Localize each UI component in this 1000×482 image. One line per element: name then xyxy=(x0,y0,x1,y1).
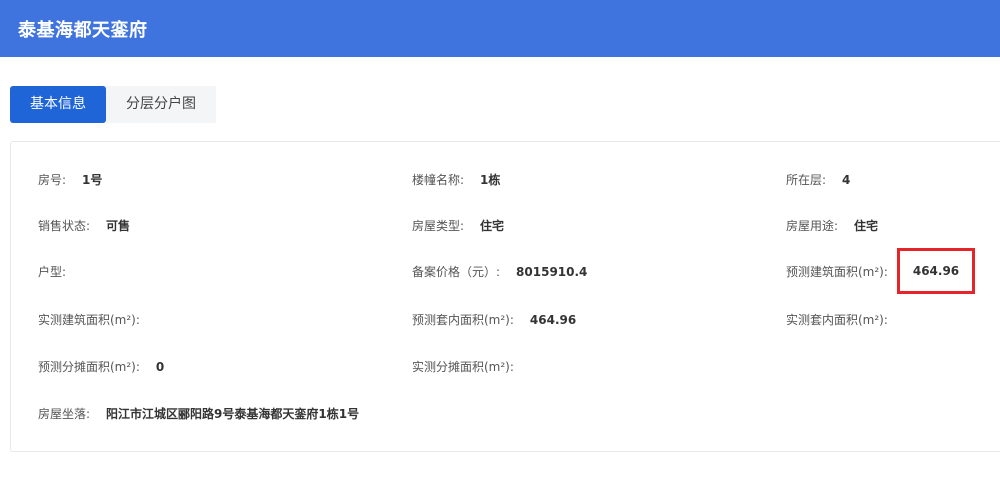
field-sale-status: 销售状态: 可售 xyxy=(38,216,130,236)
field-layout: 户型: xyxy=(38,262,82,282)
field-actual-shared-area: 实测分摊面积(m²): xyxy=(412,357,530,377)
tab-bar: 基本信息 分层分户图 xyxy=(10,86,216,123)
field-est-inner-area: 预测套内面积(m²): 464.96 xyxy=(412,310,576,330)
field-est-build-area: 预测建筑面积(m²): xyxy=(786,262,888,282)
field-label: 房屋坐落: xyxy=(38,407,91,421)
field-label: 备案价格（元）: xyxy=(412,265,501,279)
field-actual-build-area: 实测建筑面积(m²): xyxy=(38,310,156,330)
project-title: 泰基海都天銮府 xyxy=(18,20,148,41)
field-label: 预测建筑面积(m²): xyxy=(786,265,888,279)
field-value: 住宅 xyxy=(854,219,879,233)
field-value: 4 xyxy=(842,173,851,187)
tab-basic-info[interactable]: 基本信息 xyxy=(10,86,106,123)
field-value: 可售 xyxy=(106,219,131,233)
highlight-box: 464.96 xyxy=(897,248,975,294)
field-house-use: 房屋用途: 住宅 xyxy=(786,216,878,236)
field-value: 住宅 xyxy=(480,219,505,233)
field-actual-inner-area: 实测套内面积(m²): xyxy=(786,310,904,330)
field-label: 房号: xyxy=(38,173,67,187)
field-label: 房屋用途: xyxy=(786,219,839,233)
field-label: 户型: xyxy=(38,265,67,279)
field-address: 房屋坐落: 阳江市江城区郦阳路9号泰基海都天銮府1栋1号 xyxy=(38,404,359,424)
est-build-area-value: 464.96 xyxy=(912,264,960,278)
field-value: 464.96 xyxy=(529,313,577,327)
field-label: 房屋类型: xyxy=(412,219,465,233)
tab-floor-plan[interactable]: 分层分户图 xyxy=(106,86,216,123)
field-label: 销售状态: xyxy=(38,219,91,233)
field-label: 实测建筑面积(m²): xyxy=(38,313,140,327)
field-label: 实测分摊面积(m²): xyxy=(412,360,514,374)
top-header: 泰基海都天銮府 xyxy=(0,0,1000,57)
field-value: 1栋 xyxy=(480,173,501,187)
field-building-name: 楼幢名称: 1栋 xyxy=(412,170,500,190)
field-house-type: 房屋类型: 住宅 xyxy=(412,216,504,236)
field-label: 预测分摊面积(m²): xyxy=(38,360,140,374)
field-est-shared-area: 预测分摊面积(m²): 0 xyxy=(38,357,164,377)
field-value: 阳江市江城区郦阳路9号泰基海都天銮府1栋1号 xyxy=(106,407,360,421)
field-label: 实测套内面积(m²): xyxy=(786,313,888,327)
field-label: 所在层: xyxy=(786,173,827,187)
field-floor: 所在层: 4 xyxy=(786,170,850,190)
field-label: 楼幢名称: xyxy=(412,173,465,187)
field-value: 0 xyxy=(155,360,165,374)
field-filed-price: 备案价格（元）: 8015910.4 xyxy=(412,262,587,282)
field-room-no: 房号: 1号 xyxy=(38,170,102,190)
field-label: 预测套内面积(m²): xyxy=(412,313,514,327)
field-value: 1号 xyxy=(82,173,103,187)
field-value: 8015910.4 xyxy=(516,265,588,279)
